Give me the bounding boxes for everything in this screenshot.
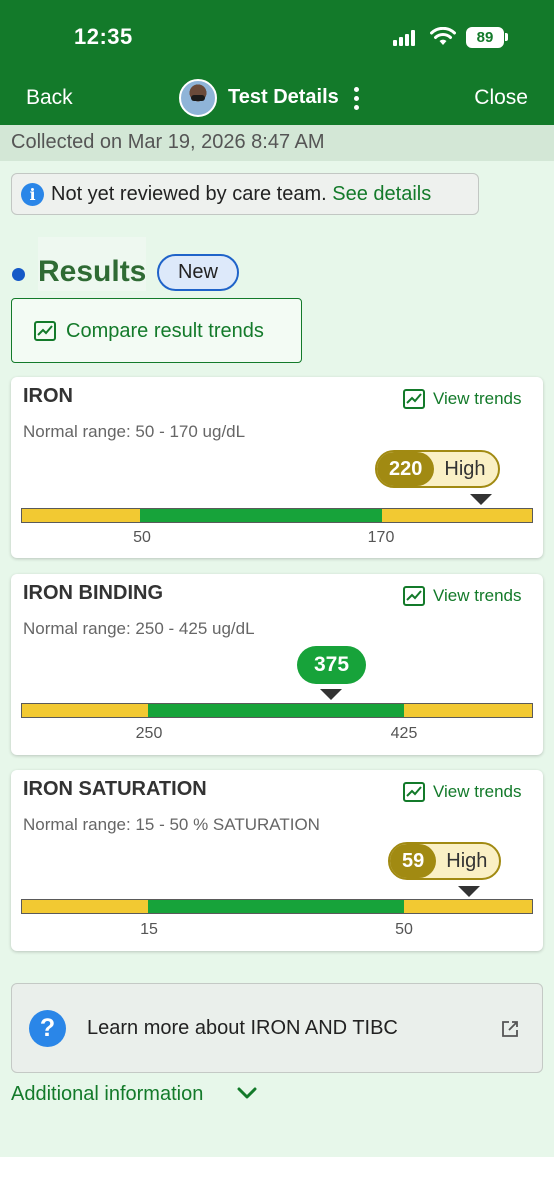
result-value: 220: [377, 452, 435, 486]
result-value-badge: 220 High: [375, 450, 500, 488]
value-pointer: [458, 886, 480, 897]
result-name: IRON BINDING: [23, 582, 163, 604]
result-value: 59: [390, 844, 437, 878]
result-card-iron-saturation: IRON SATURATION View trends Normal range…: [11, 770, 543, 951]
status-time: 12:35: [74, 24, 133, 49]
compare-trends-button[interactable]: Compare result trends: [11, 298, 302, 363]
top-bar: 12:35 89 Back Test Details Close: [0, 0, 554, 125]
unread-dot: [12, 268, 25, 281]
view-trends-label: View trends: [433, 782, 522, 801]
collected-date: Collected on Mar 19, 2026 8:47 AM: [11, 131, 325, 153]
review-status-banner: i Not yet reviewed by care team. See det…: [11, 173, 479, 215]
new-badge: New: [157, 254, 239, 291]
content-area: Collected on Mar 19, 2026 8:47 AM i Not …: [0, 125, 554, 1157]
result-name: IRON: [23, 385, 73, 407]
range-low-label: 50: [133, 529, 151, 546]
collected-band: Collected on Mar 19, 2026 8:47 AM: [0, 125, 554, 161]
trend-chart-icon: [403, 586, 425, 606]
page-title: Test Details: [228, 86, 339, 108]
range-bar: [21, 508, 533, 523]
range-low-label: 15: [140, 921, 158, 938]
normal-range: Normal range: 250 - 425 ug/dL: [23, 619, 255, 638]
review-message: Not yet reviewed by care team.: [51, 183, 327, 205]
question-icon: ?: [29, 1010, 66, 1047]
result-flag: High: [446, 850, 488, 872]
learn-more-link[interactable]: ? Learn more about IRON AND TIBC: [11, 983, 543, 1073]
result-card-iron: IRON View trends Normal range: 50 - 170 …: [11, 377, 543, 558]
trend-chart-icon: [403, 389, 425, 409]
battery-tip: [505, 33, 508, 41]
results-heading: Results: [38, 255, 147, 288]
value-pointer: [470, 494, 492, 505]
view-trends-link[interactable]: View trends: [403, 781, 531, 805]
close-button[interactable]: Close: [474, 86, 528, 110]
range-bar: [21, 703, 533, 718]
view-trends-link[interactable]: View trends: [403, 585, 531, 609]
result-flag: High: [444, 458, 486, 480]
view-trends-link[interactable]: View trends: [403, 388, 531, 412]
result-name: IRON SATURATION: [23, 778, 207, 800]
range-high-label: 170: [367, 529, 395, 546]
chevron-down-icon[interactable]: [236, 1085, 258, 1101]
info-icon: i: [21, 183, 44, 206]
range-bar: [21, 899, 533, 914]
avatar[interactable]: [179, 79, 217, 117]
view-trends-label: View trends: [433, 389, 522, 408]
range-high-label: 50: [395, 921, 413, 938]
result-value-badge: 59 High: [388, 842, 502, 880]
more-vertical-icon[interactable]: [352, 86, 360, 110]
battery-icon: 89: [466, 27, 504, 48]
external-link-icon: [502, 1021, 518, 1037]
back-button[interactable]: Back: [26, 86, 73, 110]
additional-info-toggle[interactable]: Additional information: [11, 1083, 203, 1106]
range-high-label: 425: [390, 725, 418, 742]
compare-trends-label: Compare result trends: [66, 320, 264, 342]
normal-range: Normal range: 15 - 50 % SATURATION: [23, 815, 320, 834]
learn-more-label: Learn more about IRON AND TIBC: [87, 1017, 398, 1039]
result-card-iron-binding: IRON BINDING View trends Normal range: 2…: [11, 574, 543, 755]
trend-chart-icon: [34, 321, 56, 341]
value-pointer: [320, 689, 342, 700]
range-low-label: 250: [135, 725, 163, 742]
result-value: 375: [297, 646, 366, 684]
trend-chart-icon: [403, 782, 425, 802]
wifi-icon: [430, 27, 456, 45]
see-details-link[interactable]: See details: [332, 183, 431, 205]
review-status-text: Not yet reviewed by care team. See detai…: [51, 183, 431, 206]
normal-range: Normal range: 50 - 170 ug/dL: [23, 422, 246, 441]
view-trends-label: View trends: [433, 586, 522, 605]
signal-icon: [393, 30, 419, 46]
